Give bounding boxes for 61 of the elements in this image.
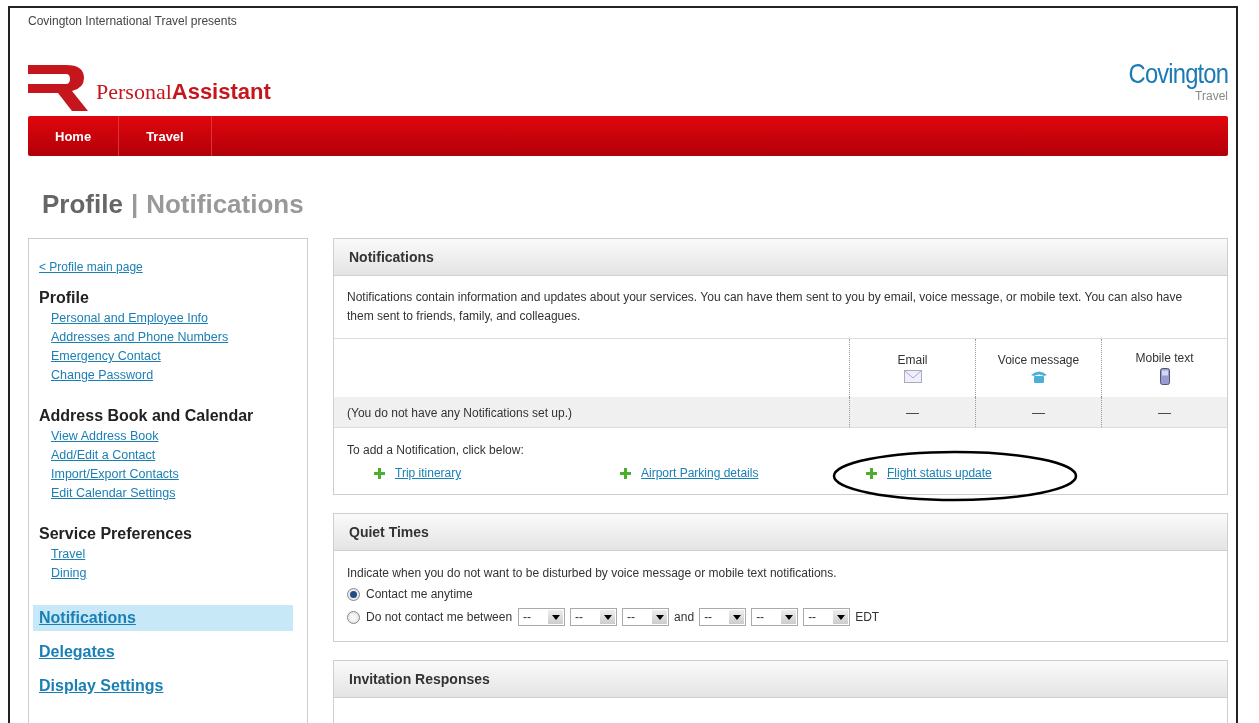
title-separator: | [130,189,139,220]
timezone-label: EDT [855,610,880,624]
sidebar-heading: Service Preferences [39,525,192,543]
sidebar-link[interactable]: View Address Book [51,427,159,446]
sidebar-link[interactable]: Dining [51,564,87,583]
radio-label: Do not contact me between [366,610,513,624]
column-header: Mobile text [1135,351,1194,365]
telephone-icon [1029,369,1048,384]
time-dropdown[interactable]: -- [699,608,747,626]
add-notification-link[interactable]: Flight status update [887,466,992,480]
mobile-phone-icon [1159,368,1170,385]
add-notification-link[interactable]: Airport Parking details [641,466,759,480]
panel-title: Notifications [349,249,434,265]
range-joiner: and [674,610,695,624]
empty-message: (You do not have any Notifications set up.) [347,406,573,420]
presenter-note: Covington International Travel presents [28,13,237,28]
time-dropdown[interactable]: -- [518,608,566,626]
empty-cell: — [1158,404,1171,420]
time-dropdown[interactable]: -- [622,608,670,626]
sidebar-heading: Profile [39,289,89,307]
sidebar-item[interactable]: Delegates [33,639,293,665]
column-header: Voice message [997,352,1080,367]
brand-subtitle: Travel [1195,89,1228,103]
panel-title: Quiet Times [349,524,429,540]
page-title-section: Profile [42,189,123,220]
sidebar-item[interactable]: Notifications [33,605,293,631]
radio-button[interactable] [347,610,360,624]
sidebar-link[interactable]: Edit Calendar Settings [51,484,176,503]
sidebar-item[interactable]: Display Settings [33,673,293,699]
radio-button[interactable] [347,587,360,601]
envelope-icon [903,370,922,383]
empty-cell: — [906,404,919,420]
page-title: Notifications [146,189,304,220]
panel-title: Invitation Responses [349,671,490,687]
nav-tab[interactable]: Travel [119,116,212,156]
sidebar-link[interactable]: Personal and Employee Info [51,309,209,328]
notifications-description: Notifications contain information and updates about your services. You can have them sent to you by email, voice message, or mobile text. You can also have them sent to friends, family, and colleagues. [334,276,1227,339]
add-prompt: To add a Notification, click below: [347,443,524,457]
logo-icon [28,65,88,111]
sidebar-link[interactable]: Emergency Contact [51,347,161,366]
sidebar-link[interactable]: Import/Export Contacts [51,465,179,484]
sidebar-link[interactable]: Travel [51,545,86,564]
empty-cell: — [1032,404,1045,420]
plus-icon [620,467,631,479]
plus-icon [374,467,385,479]
time-dropdown[interactable]: -- [751,608,799,626]
quiet-times-description: Indicate when you do not want to be disturbed by voice message or mobile text notifications. [347,566,837,580]
brand-name: Covington [1128,59,1228,89]
add-notification-link[interactable]: Trip itinerary [395,466,462,480]
sidebar-link[interactable]: Add/Edit a Contact [51,446,156,465]
nav-tab[interactable]: Home [28,116,120,156]
radio-label: Contact me anytime [366,587,473,601]
column-header: Email [897,353,928,367]
plus-icon [866,467,877,479]
time-dropdown[interactable]: -- [570,608,618,626]
time-dropdown[interactable]: -- [803,608,851,626]
product-logo-text: PersonalAssistant [96,79,271,105]
back-link[interactable]: < Profile main page [39,260,143,274]
sidebar-link[interactable]: Change Password [51,366,154,385]
sidebar-heading: Address Book and Calendar [39,407,254,425]
sidebar-link[interactable]: Addresses and Phone Numbers [51,328,229,347]
